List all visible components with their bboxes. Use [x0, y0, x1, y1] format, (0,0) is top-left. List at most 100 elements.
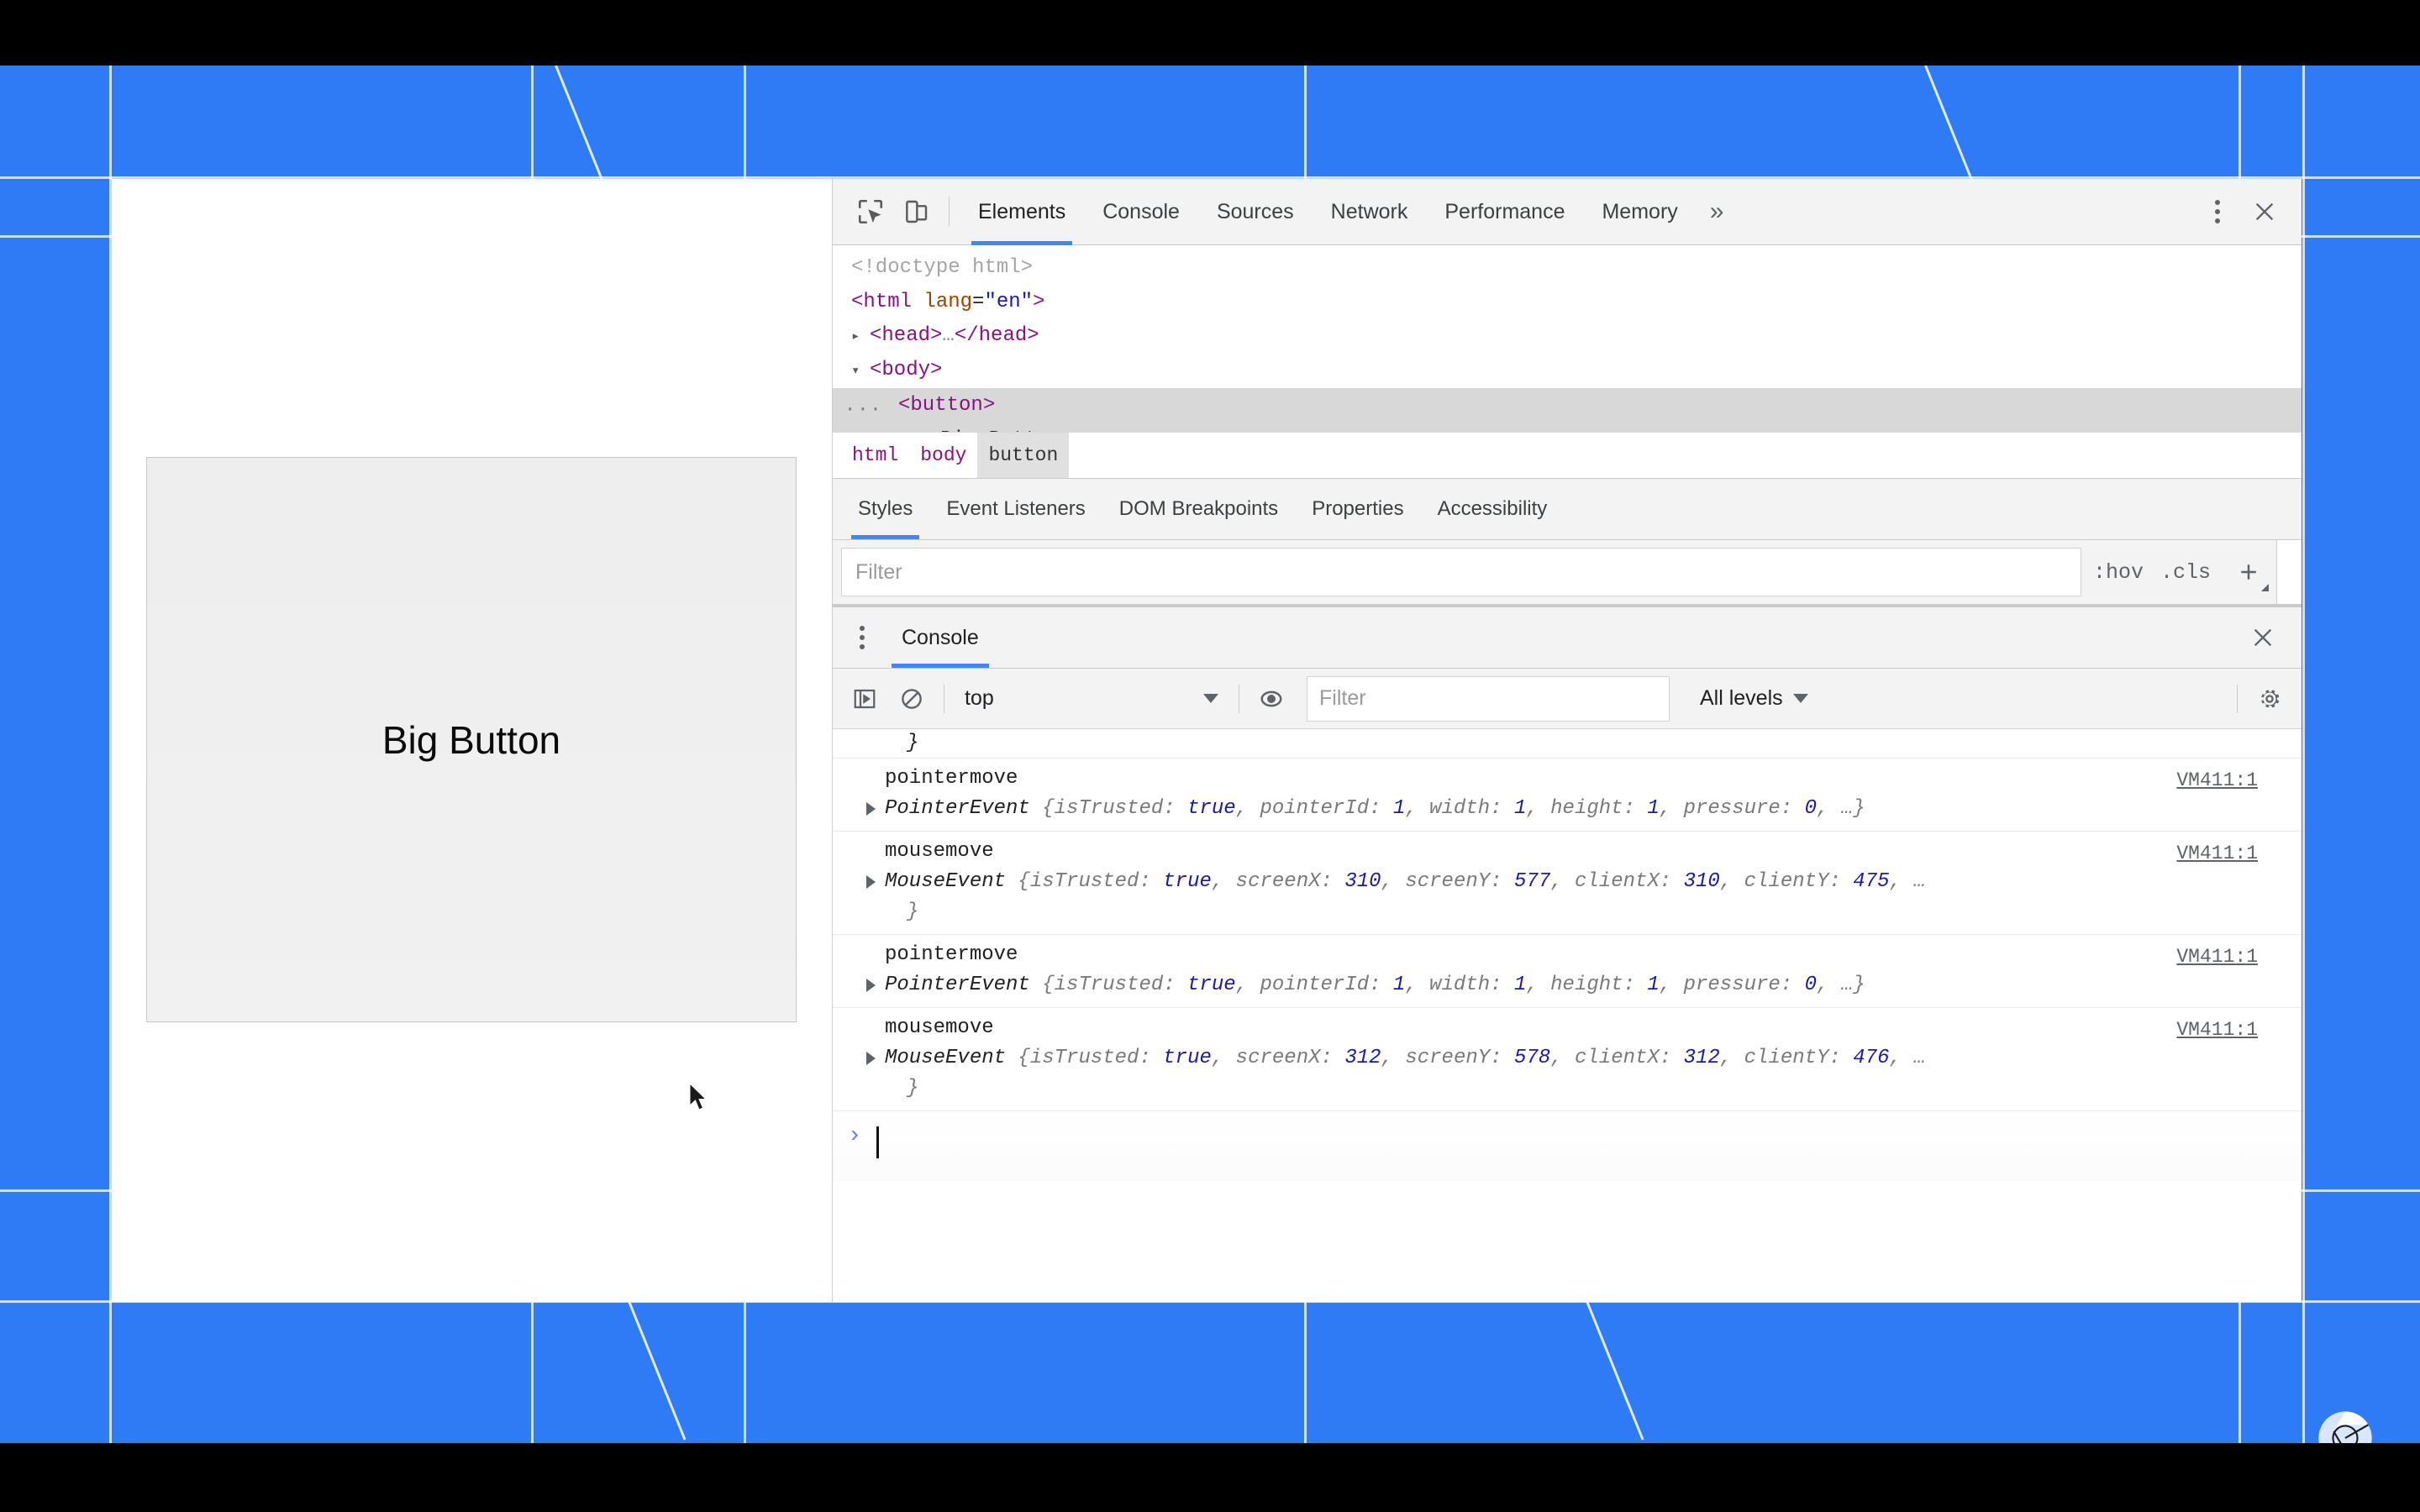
console-object-value: 578 [1513, 1047, 1551, 1069]
drawer-tabbar: Console [833, 607, 2302, 669]
console-levels-value: All levels [1700, 686, 1783, 710]
console-object-type: MouseEvent [885, 1047, 1007, 1069]
breadcrumb-item-html[interactable]: html [841, 433, 909, 478]
console-sidebar-icon[interactable] [841, 675, 888, 722]
expand-triangle-icon[interactable] [866, 1052, 876, 1065]
browser-viewport: Big Button Elements Console Sources Netw… [112, 179, 2302, 1302]
console-object-text: , width: [1405, 974, 1514, 996]
dom-row[interactable]: ▸ <head>…</head> [833, 319, 2302, 354]
breadcrumb-item-body[interactable]: body [909, 433, 977, 478]
console-object-value: true [1163, 870, 1212, 893]
tab-properties[interactable]: Properties [1295, 479, 1420, 539]
styles-filter-tools: :hov .cls [2081, 551, 2276, 593]
devtools-tabbar: Elements Console Sources Network Perform… [833, 179, 2302, 245]
console-entry-object[interactable]: PointerEvent {isTrusted: true, pointerId… [833, 970, 2302, 1000]
console-object-value: true [1163, 1047, 1212, 1069]
console-toolbar-divider [2237, 684, 2238, 713]
console-object-text: , pressure: [1659, 797, 1805, 820]
console-entry-source-link[interactable]: VM411:1 [2176, 765, 2258, 795]
tab-sources[interactable]: Sources [1198, 179, 1313, 245]
tab-accessibility[interactable]: Accessibility [1421, 479, 1565, 539]
console-object-closing-brace: } [907, 1077, 919, 1100]
console-entry-source-link[interactable]: VM411:1 [2176, 942, 2258, 972]
styles-pane-gap [2276, 540, 2302, 604]
drawer-close-icon[interactable] [2239, 614, 2286, 661]
console-entry-source-link[interactable]: VM411:1 [2176, 1015, 2258, 1045]
console-entry-object[interactable]: PointerEvent {isTrusted: true, pointerId… [833, 794, 2302, 824]
tab-dom-breakpoints[interactable]: DOM Breakpoints [1102, 479, 1295, 539]
console-object-value: 0 [1804, 797, 1818, 820]
console-entry-object[interactable]: MouseEvent {isTrusted: true, screenX: 31… [833, 867, 2302, 897]
drawer-tab-console[interactable]: Console [885, 607, 996, 668]
chevron-down-icon [1203, 694, 1218, 703]
console-filter-input[interactable]: Filter [1307, 675, 1670, 722]
console-object-text: , height: [1526, 797, 1648, 820]
more-tabs-button[interactable]: » [1697, 179, 1738, 245]
console-object-text: , …} [1817, 974, 1865, 996]
console-object-text: , clientY: [1719, 1047, 1854, 1069]
gear-icon[interactable] [2246, 675, 2293, 722]
hov-toggle-button[interactable]: :hov [2093, 560, 2144, 585]
console-entry-name: pointermove [885, 767, 1018, 790]
dom-row[interactable]: <!doctype html> [833, 250, 2302, 285]
tab-network[interactable]: Network [1313, 179, 1427, 245]
console-levels-select[interactable]: All levels [1685, 675, 1823, 722]
console-object-type: PointerEvent [885, 974, 1030, 996]
new-style-rule-button[interactable] [2228, 551, 2270, 593]
console-context-select[interactable]: top [953, 675, 1230, 722]
console-object-text: , screenX: [1211, 1047, 1345, 1069]
console-log-entry[interactable]: pointermove PointerEvent {isTrusted: true… [833, 935, 2302, 1008]
console-object-text: , …} [1817, 797, 1865, 820]
console-object-text: , clientX: [1550, 1047, 1684, 1069]
console-object-value: true [1187, 797, 1236, 820]
inspect-element-icon[interactable] [848, 189, 893, 234]
console-object-closing-brace: } [907, 900, 919, 923]
drawer-kebab-menu-icon[interactable] [839, 615, 885, 660]
console-log-entry[interactable]: pointermove PointerEvent {isTrusted: true… [833, 759, 2302, 832]
big-button[interactable]: Big Button [146, 457, 797, 1022]
device-toolbar-icon[interactable] [893, 189, 939, 234]
expand-triangle-icon[interactable] [866, 802, 876, 816]
console-log[interactable]: } pointermove PointerEvent {isTrusted: tr… [833, 729, 2302, 1302]
tab-performance[interactable]: Performance [1426, 179, 1583, 245]
dom-row-selected[interactable]: Big Button [833, 423, 2302, 432]
console-prompt[interactable]: › [833, 1111, 2302, 1182]
dom-row[interactable]: ▾ <body> [833, 354, 2302, 388]
kebab-menu-icon[interactable] [2194, 188, 2241, 235]
cls-toggle-button[interactable]: .cls [2160, 560, 2211, 585]
console-object-text: {isTrusted: [1006, 1047, 1164, 1069]
tab-memory[interactable]: Memory [1583, 179, 1696, 245]
dom-gutter-ellipsis[interactable]: ··· [844, 392, 883, 427]
dom-row-content: <button> [898, 394, 996, 417]
mouse-cursor-icon [689, 1083, 708, 1110]
console-log-entry[interactable]: mousemove MouseEvent {isTrusted: true, sc… [833, 1008, 2302, 1111]
console-object-text: , … [1889, 870, 1926, 893]
console-object-value: 1 [1513, 797, 1527, 820]
console-log-entry[interactable]: mousemove MouseEvent {isTrusted: true, sc… [833, 832, 2302, 935]
dom-row-content: Big Button [940, 423, 1061, 432]
tab-elements[interactable]: Elements [960, 179, 1084, 245]
console-object-text: {isTrusted: [1006, 870, 1164, 893]
styles-filter-input[interactable]: Filter [841, 548, 2081, 596]
live-expression-icon[interactable] [1248, 675, 1295, 722]
resize-corner-icon [2261, 584, 2269, 591]
dom-row[interactable]: <html lang="en"> [833, 285, 2302, 319]
console-entry-object[interactable]: MouseEvent {isTrusted: true, screenX: 31… [833, 1043, 2302, 1074]
dom-row-selected[interactable]: <button> [833, 388, 2302, 423]
clear-console-icon[interactable] [888, 675, 935, 722]
devtools-panel: Elements Console Sources Network Perform… [832, 179, 2302, 1302]
dom-tree[interactable]: ··· <!doctype html> <html lang="en"> ▸ <h… [833, 245, 2302, 432]
tab-styles[interactable]: Styles [841, 479, 929, 539]
tab-console[interactable]: Console [1084, 179, 1198, 245]
console-entry-source-link[interactable]: VM411:1 [2176, 838, 2258, 869]
console-object-text: {isTrusted: [1029, 974, 1188, 996]
letterbox-top [0, 0, 2420, 66]
tab-event-listeners[interactable]: Event Listeners [929, 479, 1102, 539]
expand-triangle-icon[interactable] [866, 979, 876, 992]
close-icon[interactable] [2241, 188, 2288, 235]
console-entry-name: pointermove [885, 943, 1018, 966]
breadcrumb-item-button[interactable]: button [977, 433, 1070, 478]
console-object-text: , pointerId: [1235, 974, 1393, 996]
breadcrumb: html body button [833, 432, 2302, 478]
expand-triangle-icon[interactable] [866, 875, 876, 889]
